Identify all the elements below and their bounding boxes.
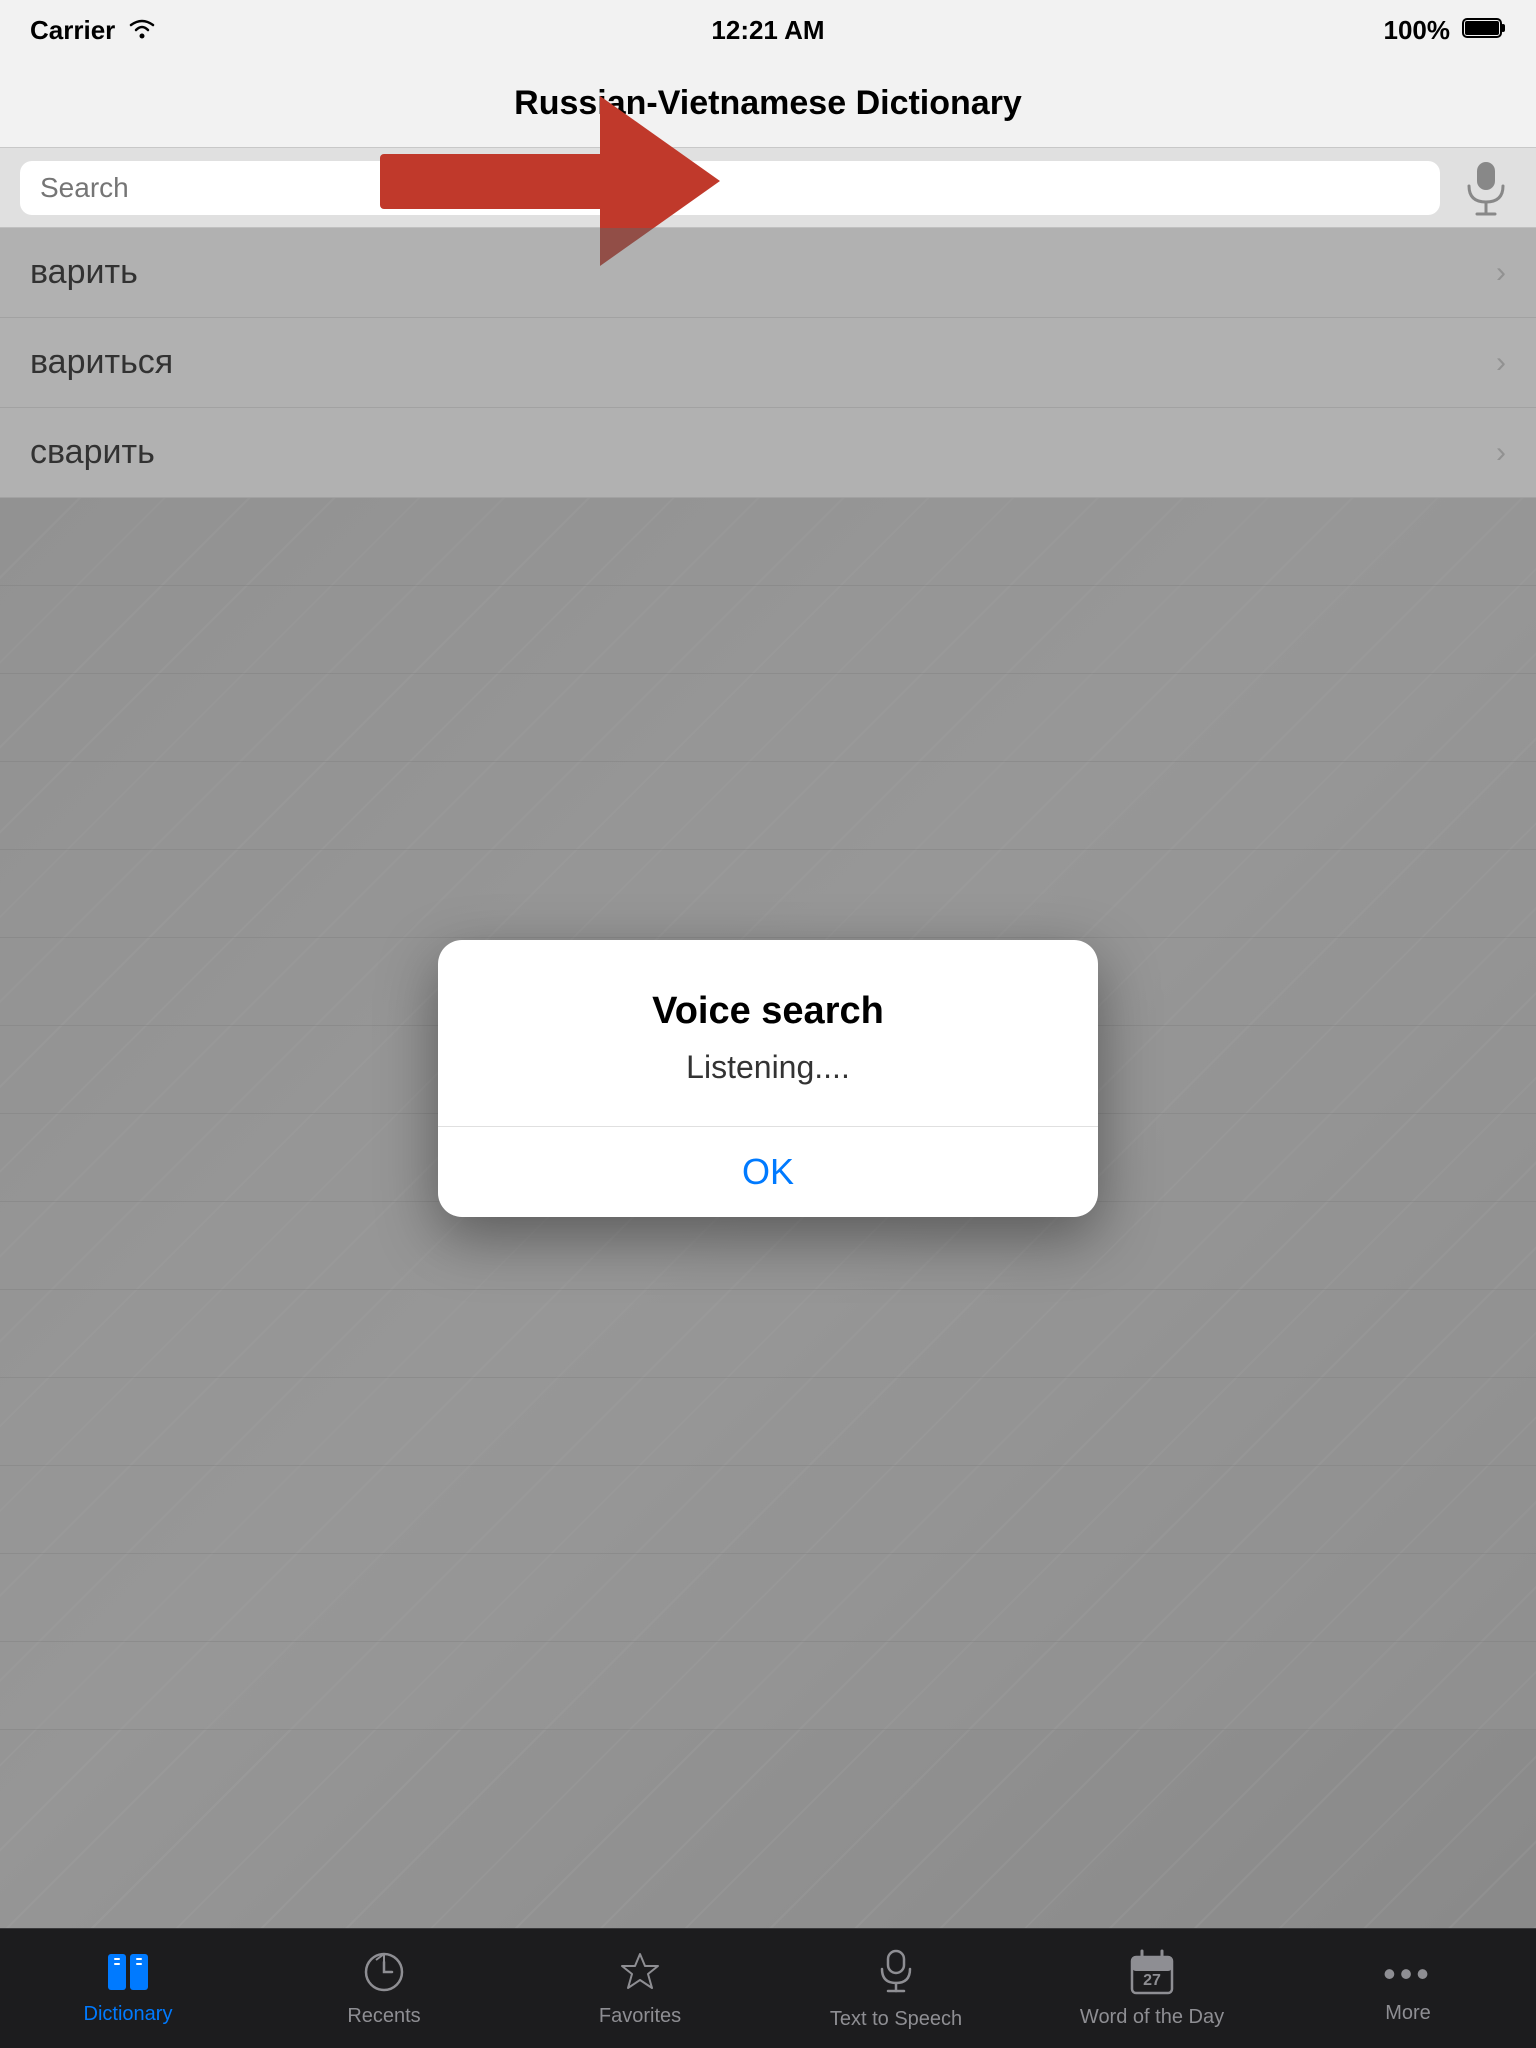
svg-text:27: 27 <box>1143 1972 1161 1989</box>
nav-bar: Russian-Vietnamese Dictionary <box>0 60 1536 148</box>
tab-tts-label: Text to Speech <box>830 2008 962 2031</box>
tab-dictionary[interactable]: Dictionary <box>0 1929 256 2048</box>
battery-icon <box>1462 15 1506 46</box>
search-bar <box>0 148 1536 228</box>
microphone-icon <box>1461 158 1511 218</box>
tab-more-label: More <box>1385 2002 1431 2025</box>
favorites-icon <box>618 1950 662 1999</box>
main-content: варить › вариться › сварить › Voice <box>0 228 1536 1928</box>
status-bar: Carrier 12:21 AM 100% <box>0 0 1536 60</box>
tab-recents[interactable]: Recents <box>256 1929 512 2048</box>
status-right: 100% <box>1384 15 1507 46</box>
dialog-message: Listening.... <box>478 1049 1058 1086</box>
dialog-content: Voice search Listening.... <box>438 940 1098 1126</box>
status-time: 12:21 AM <box>711 15 824 46</box>
dialog-ok-button[interactable]: OK <box>438 1127 1098 1217</box>
battery-label: 100% <box>1384 15 1451 46</box>
wifi-icon <box>127 15 157 46</box>
tts-icon <box>876 1947 916 2002</box>
tab-favorites[interactable]: Favorites <box>512 1929 768 2048</box>
recents-icon <box>362 1950 406 1999</box>
carrier-label: Carrier <box>30 15 115 46</box>
search-input[interactable] <box>20 161 1440 215</box>
dictionary-icon <box>106 1952 150 1997</box>
tab-more[interactable]: ••• More <box>1280 1929 1536 2048</box>
dialog: Voice search Listening.... OK <box>438 940 1098 1217</box>
more-icon: ••• <box>1383 1952 1433 1996</box>
tab-recents-label: Recents <box>347 2005 420 2028</box>
status-left: Carrier <box>30 15 157 46</box>
arrow-shaft <box>380 154 600 209</box>
tab-bar: Dictionary Recents Favorites <box>0 1928 1536 2048</box>
tab-wotd[interactable]: 27 Word of the Day <box>1024 1929 1280 2048</box>
dialog-title: Voice search <box>478 990 1058 1033</box>
dialog-overlay: Voice search Listening.... OK <box>0 228 1536 1928</box>
tab-wotd-label: Word of the Day <box>1080 2006 1224 2029</box>
tab-favorites-label: Favorites <box>599 2005 681 2028</box>
tab-dictionary-label: Dictionary <box>84 2003 173 2026</box>
wotd-icon: 27 <box>1130 1949 1174 2000</box>
dialog-actions: OK <box>438 1127 1098 1217</box>
tab-tts[interactable]: Text to Speech <box>768 1929 1024 2048</box>
mic-button[interactable] <box>1456 158 1516 218</box>
